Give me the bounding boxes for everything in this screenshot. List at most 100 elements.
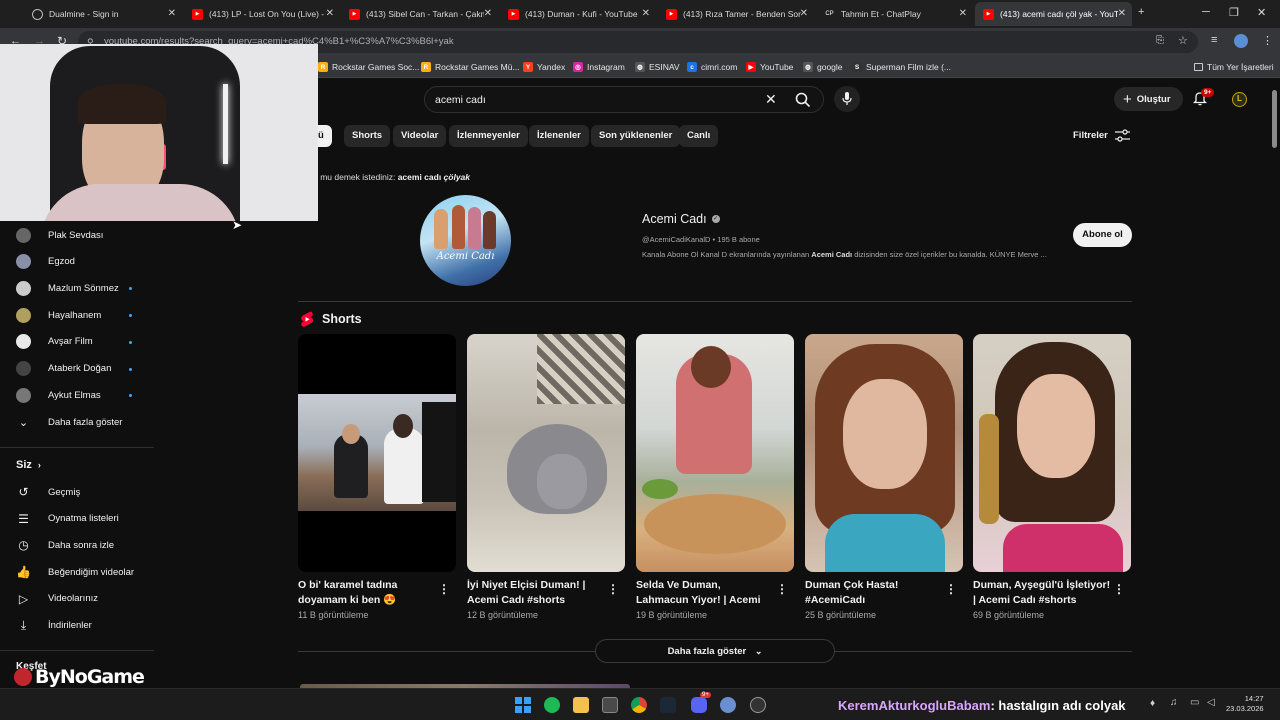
close-window-button[interactable]: ✕: [1257, 6, 1266, 19]
network-icon[interactable]: ▭: [1190, 697, 1199, 708]
short-thumbnail[interactable]: [973, 334, 1131, 572]
sidebar-subscription[interactable]: Mazlum Sönmez: [16, 278, 119, 298]
short-title[interactable]: Duman Çok Hasta! #AcemiCadı: [805, 578, 943, 607]
more-options-icon[interactable]: ⋮: [945, 582, 957, 596]
search-box[interactable]: acemi cadı ✕: [424, 86, 824, 113]
steam-icon[interactable]: [660, 697, 676, 713]
spotify-icon[interactable]: [544, 697, 560, 713]
close-tab-icon[interactable]: ✕: [800, 8, 808, 19]
sidebar-you-item[interactable]: ◷ Daha sonra izle: [16, 535, 114, 555]
new-tab-button[interactable]: +: [1138, 6, 1144, 18]
menu-kebab-icon[interactable]: ⋮: [1262, 34, 1273, 47]
close-tab-icon[interactable]: ✕: [959, 8, 967, 19]
close-tab-icon[interactable]: ✕: [168, 8, 176, 19]
sidebar-subscription[interactable]: Hayalhanem: [16, 305, 101, 325]
voice-search-button[interactable]: [834, 86, 860, 112]
sidebar-you-item[interactable]: ⤓ İndirilenler: [16, 616, 92, 636]
app-icon[interactable]: [720, 697, 736, 713]
filter-chip[interactable]: İzlenmeyenler: [449, 125, 528, 147]
app-icon[interactable]: [750, 697, 766, 713]
short-title[interactable]: İyi Niyet Elçisi Duman! | Acemi Cadı #sh…: [467, 578, 605, 607]
short-card[interactable]: O bi' karamel tadına doyamam ki ben 😍 Ac…: [298, 334, 456, 620]
short-thumbnail[interactable]: [298, 334, 456, 572]
bookmark-item[interactable]: ▶ YouTube: [746, 60, 793, 74]
close-tab-icon[interactable]: ✕: [326, 8, 334, 19]
extensions-icon[interactable]: ≡: [1211, 34, 1217, 46]
more-options-icon[interactable]: ⋮: [438, 582, 450, 596]
bookmark-item[interactable]: R Rockstar Games Soc...: [318, 60, 419, 74]
filter-chip[interactable]: Videolar: [393, 125, 447, 147]
chrome-icon[interactable]: [631, 697, 647, 713]
minimize-button[interactable]: ─: [1202, 6, 1210, 18]
subscribe-button[interactable]: Abone ol: [1073, 223, 1132, 247]
filter-chip[interactable]: Canlı: [679, 125, 719, 147]
filter-chip[interactable]: Son yüklenenler: [591, 125, 681, 147]
file-explorer-icon[interactable]: [573, 697, 589, 713]
close-tab-icon[interactable]: ✕: [642, 8, 650, 19]
sidebar-show-more[interactable]: ⌄ Daha fazla göster: [16, 412, 123, 432]
sidebar-subscription[interactable]: Plak Sevdası: [16, 225, 103, 245]
sidebar-subscription[interactable]: Avşar Film: [16, 332, 93, 352]
short-title[interactable]: Duman, Ayşegül'ü İşletiyor! | Acemi Cadı…: [973, 578, 1111, 607]
more-options-icon[interactable]: ⋮: [1113, 582, 1125, 596]
filter-chip[interactable]: Shorts: [344, 125, 391, 147]
sidebar-subscription[interactable]: Egzod: [16, 252, 75, 272]
short-card[interactable]: Selda Ve Duman, Lahmacun Yiyor! | Acemi …: [636, 334, 794, 620]
filters-button[interactable]: Filtreler: [1073, 129, 1130, 142]
sidebar-you-item[interactable]: ↺ Geçmiş: [16, 482, 80, 502]
windows-start-icon[interactable]: [515, 697, 531, 713]
bookmark-item[interactable]: R Rockstar Games Mü...: [421, 60, 520, 74]
you-section-header[interactable]: Siz ›: [16, 459, 41, 471]
sidebar-you-item[interactable]: ▷ Videolarınız: [16, 589, 98, 609]
steam-tray-icon[interactable]: ♦: [1150, 698, 1155, 709]
bookmark-item[interactable]: S Superman Film izle (...: [852, 60, 951, 74]
short-thumbnail[interactable]: [467, 334, 625, 572]
short-thumbnail[interactable]: [636, 334, 794, 572]
sidebar-subscription[interactable]: Ataberk Doğan: [16, 359, 111, 379]
more-options-icon[interactable]: ⋮: [607, 582, 619, 596]
install-app-icon[interactable]: ⎘: [1156, 35, 1164, 46]
notifications-button[interactable]: 9+: [1192, 88, 1215, 111]
browser-tab[interactable]: ▶ (413) Duman - Kufi - YouTube ✕: [500, 2, 656, 26]
microphone-tray-icon[interactable]: ♫: [1170, 697, 1178, 708]
browser-tab[interactable]: CP Tahmin Et - ChatPlay ✕: [816, 2, 973, 26]
account-avatar[interactable]: L: [1232, 92, 1247, 107]
page-scrollbar[interactable]: [1272, 90, 1277, 148]
filter-chip[interactable]: İzlenenler: [529, 125, 589, 147]
sidebar-you-item[interactable]: ☰ Oynatma listeleri: [16, 509, 119, 529]
short-card[interactable]: Duman, Ayşegül'ü İşletiyor! | Acemi Cadı…: [973, 334, 1131, 620]
close-tab-icon[interactable]: ✕: [1118, 8, 1126, 19]
browser-tab[interactable]: ▶ (413) LP - Lost On You (Live) - Y ✕: [184, 2, 340, 26]
short-card[interactable]: Duman Çok Hasta! #AcemiCadı 25 B görüntü…: [805, 334, 963, 620]
clear-search-icon[interactable]: ✕: [765, 91, 777, 108]
browser-tab[interactable]: ▶ (413) Rıza Tamer - Benden Son ✕: [658, 2, 814, 26]
bookmark-item[interactable]: c cimri.com: [687, 60, 737, 74]
store-icon[interactable]: [602, 697, 618, 713]
volume-icon[interactable]: ◁: [1207, 697, 1215, 708]
discord-icon[interactable]: 9+: [691, 692, 711, 713]
short-title[interactable]: O bi' karamel tadına doyamam ki ben 😍 Ac…: [298, 578, 436, 607]
bookmark-item[interactable]: Y Yandex: [523, 60, 565, 74]
channel-name-row[interactable]: Acemi Cadı ✓: [642, 212, 720, 226]
browser-tab[interactable]: Dualmine - Sign in ✕: [24, 2, 182, 26]
bookmark-item[interactable]: ◎ Instagram: [573, 60, 625, 74]
profile-avatar[interactable]: [1234, 34, 1248, 48]
create-button[interactable]: + Oluştur: [1114, 87, 1183, 111]
bookmark-item[interactable]: ◍ google: [803, 60, 843, 74]
all-bookmarks-folder[interactable]: Tüm Yer İşaretleri: [1194, 60, 1274, 74]
short-thumbnail[interactable]: [805, 334, 963, 572]
channel-avatar[interactable]: Acemi Cadı: [420, 195, 511, 286]
more-options-icon[interactable]: ⋮: [776, 582, 788, 596]
search-input[interactable]: acemi cadı: [435, 94, 486, 106]
show-more-shorts-button[interactable]: Daha fazla göster ⌄: [595, 639, 835, 663]
sidebar-subscription[interactable]: Aykut Elmas: [16, 385, 101, 405]
short-title[interactable]: Selda Ve Duman, Lahmacun Yiyor! | Acemi …: [636, 578, 774, 607]
short-card[interactable]: İyi Niyet Elçisi Duman! | Acemi Cadı #sh…: [467, 334, 625, 620]
browser-tab[interactable]: ▶ (413) acemi cadı çöl yak - YouT ✕: [975, 2, 1132, 26]
maximize-button[interactable]: ❐: [1229, 6, 1239, 19]
bookmark-star-icon[interactable]: ☆: [1178, 34, 1188, 47]
search-icon[interactable]: [795, 92, 811, 108]
bookmark-item[interactable]: ◍ ESINAV: [635, 60, 680, 74]
did-you-mean-link[interactable]: acemi cadı çölyak: [398, 172, 470, 182]
close-tab-icon[interactable]: ✕: [484, 8, 492, 19]
